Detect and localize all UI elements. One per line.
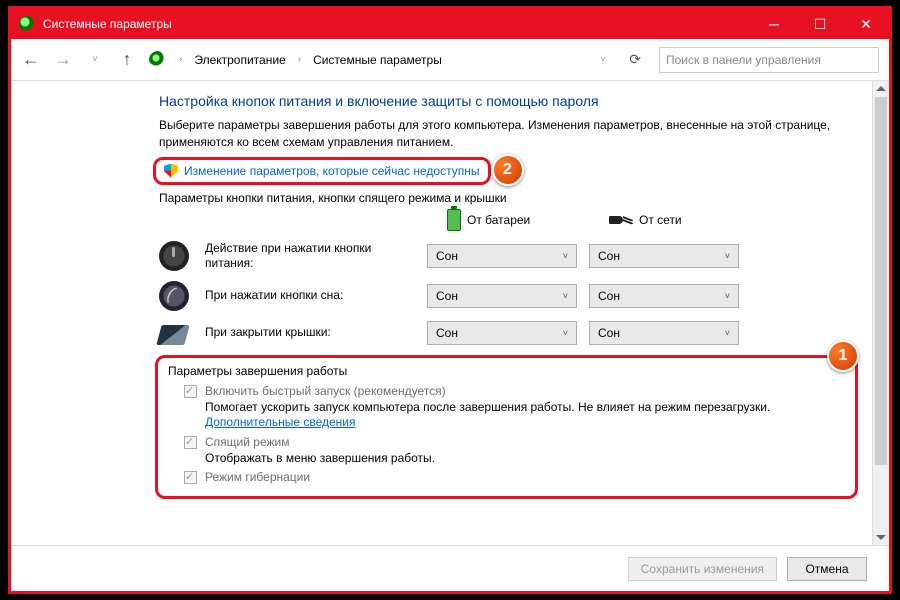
close-button[interactable]: ✕ bbox=[843, 9, 889, 39]
path-dropdown[interactable]: ˅ bbox=[595, 55, 612, 64]
page-heading: Настройка кнопок питания и включение защ… bbox=[159, 93, 854, 109]
lid-plugged-combo[interactable]: Сон˅ bbox=[589, 321, 739, 345]
navigation-bar: ← → ˅ ↑ › Электропитание › Системные пар… bbox=[11, 39, 889, 81]
breadcrumb-system[interactable]: Системные параметры bbox=[313, 53, 442, 67]
breadcrumb-sep: › bbox=[298, 54, 301, 65]
shutdown-settings-group: 1 Параметры завершения работы Включить б… bbox=[155, 355, 858, 500]
power-grid: От батареи От сети Действие при нажатии … bbox=[159, 209, 854, 345]
uac-link-row[interactable]: Изменение параметров, которые сейчас нед… bbox=[153, 157, 491, 185]
titlebar: Системные параметры ─ ☐ ✕ bbox=[11, 9, 889, 39]
window-title: Системные параметры bbox=[43, 17, 751, 31]
page-subtext: Выберите параметры завершения работы для… bbox=[159, 117, 854, 151]
cancel-button[interactable]: Отмена bbox=[787, 557, 867, 581]
sleep-label: Спящий режим bbox=[205, 435, 289, 449]
sleep-plugged-combo[interactable]: Сон˅ bbox=[589, 284, 739, 308]
row-sleep-label: При нажатии кнопки сна: bbox=[205, 288, 415, 302]
sleep-desc: Отображать в меню завершения работы. bbox=[205, 451, 845, 467]
search-placeholder: Поиск в панели управления bbox=[666, 53, 821, 67]
shield-icon bbox=[164, 164, 178, 178]
fast-startup-desc: Помогает ускорить запуск компьютера посл… bbox=[205, 400, 845, 431]
power-plugged-combo[interactable]: Сон˅ bbox=[589, 244, 739, 268]
uac-link-text: Изменение параметров, которые сейчас нед… bbox=[184, 164, 480, 178]
shutdown-title: Параметры завершения работы bbox=[168, 364, 845, 378]
sleep-battery-combo[interactable]: Сон˅ bbox=[427, 284, 577, 308]
fast-startup-checkbox[interactable] bbox=[184, 385, 197, 398]
lid-battery-combo[interactable]: Сон˅ bbox=[427, 321, 577, 345]
scroll-thumb[interactable] bbox=[875, 97, 887, 465]
maximize-button[interactable]: ☐ bbox=[797, 9, 843, 39]
footer: Сохранить изменения Отмена bbox=[11, 545, 889, 591]
fast-startup-label: Включить быстрый запуск (рекомендуется) bbox=[205, 384, 446, 398]
window-frame: Системные параметры ─ ☐ ✕ ← → ˅ ↑ › Элек… bbox=[8, 6, 892, 594]
sleep-button-icon bbox=[159, 281, 189, 311]
up-button[interactable]: ↑ bbox=[117, 49, 137, 70]
col-battery: От батареи bbox=[427, 209, 577, 231]
scrollbar[interactable] bbox=[872, 81, 889, 545]
lid-icon bbox=[156, 325, 189, 345]
buttons-section-title: Параметры кнопки питания, кнопки спящего… bbox=[159, 191, 854, 205]
breadcrumb-power[interactable]: Электропитание bbox=[194, 53, 285, 67]
sleep-checkbox[interactable] bbox=[184, 436, 197, 449]
content-area: Настройка кнопок питания и включение защ… bbox=[11, 81, 872, 545]
row-power-label: Действие при нажатии кнопки питания: bbox=[205, 241, 415, 270]
row-lid-label: При закрытии крышки: bbox=[205, 325, 415, 339]
refresh-button[interactable]: ⟳ bbox=[623, 51, 647, 68]
hibernate-label: Режим гибернации bbox=[205, 470, 310, 484]
path-icon bbox=[149, 51, 167, 69]
power-battery-combo[interactable]: Сон˅ bbox=[427, 244, 577, 268]
minimize-button[interactable]: ─ bbox=[751, 9, 797, 39]
recent-button[interactable]: ˅ bbox=[85, 54, 105, 65]
callout-2: 2 bbox=[492, 154, 524, 186]
plug-icon bbox=[609, 214, 633, 226]
back-button[interactable]: ← bbox=[21, 49, 41, 70]
save-button[interactable]: Сохранить изменения bbox=[628, 557, 777, 581]
callout-1: 1 bbox=[827, 340, 859, 372]
search-input[interactable]: Поиск в панели управления bbox=[659, 47, 879, 73]
app-icon bbox=[19, 16, 35, 32]
hibernate-checkbox[interactable] bbox=[184, 471, 197, 484]
forward-button[interactable]: → bbox=[53, 49, 73, 70]
more-info-link[interactable]: Дополнительные сведения bbox=[205, 415, 355, 429]
power-button-icon bbox=[159, 241, 189, 271]
breadcrumb-sep: › bbox=[179, 54, 182, 65]
col-plugged: От сети bbox=[589, 213, 739, 227]
battery-icon bbox=[447, 209, 461, 231]
